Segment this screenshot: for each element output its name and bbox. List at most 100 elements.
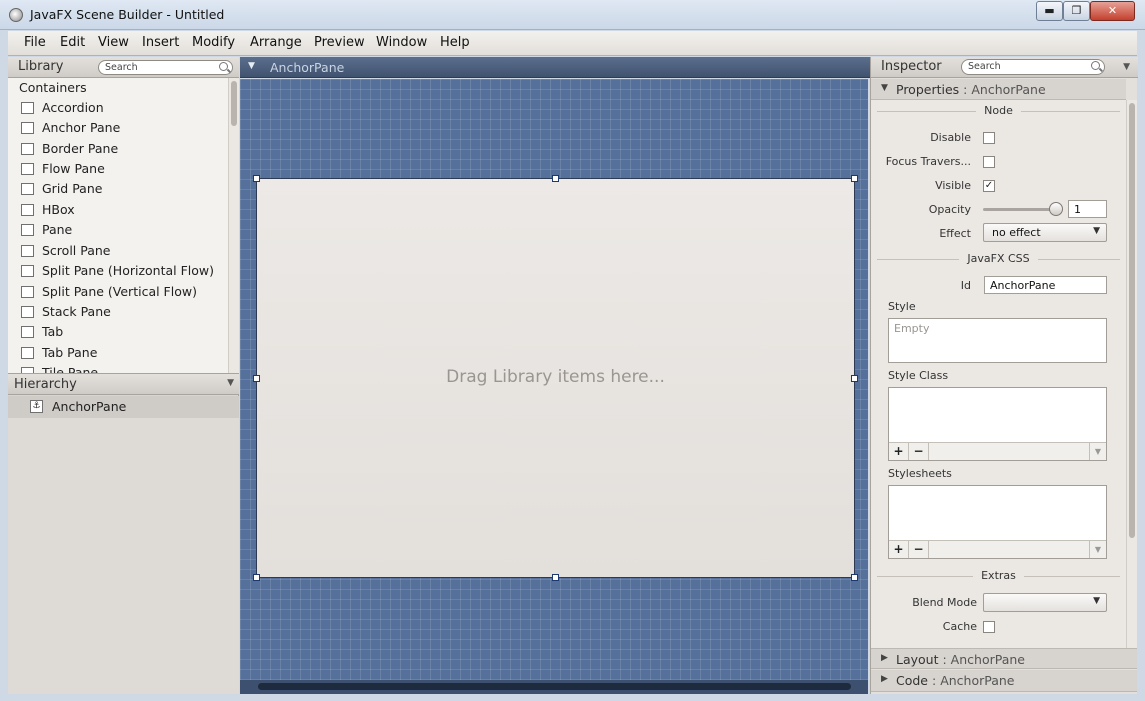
menu-file[interactable]: File xyxy=(24,35,46,50)
library-item[interactable]: Split Pane (Vertical Flow) xyxy=(19,282,227,302)
library-item[interactable]: Flow Pane xyxy=(19,159,227,179)
remove-stylesheet-button[interactable]: − xyxy=(909,541,929,558)
resize-handle-top-right[interactable] xyxy=(851,175,858,182)
library-item[interactable]: Tab xyxy=(19,322,227,342)
scroll-pane-icon xyxy=(21,245,34,257)
opacity-slider-knob[interactable] xyxy=(1049,202,1063,216)
library-list: Containers Accordion Anchor Pane Border … xyxy=(8,78,239,373)
menu-window[interactable]: Window xyxy=(376,35,427,50)
remove-style-class-button[interactable]: − xyxy=(909,443,929,460)
code-section-header[interactable]: ▶ Code : AnchorPane xyxy=(871,670,1137,692)
chevron-down-icon[interactable]: ▼ xyxy=(1089,541,1106,558)
effect-select[interactable]: no effect ▼ xyxy=(983,223,1107,242)
layout-section-header[interactable]: ▶ Layout : AnchorPane xyxy=(871,648,1137,669)
close-button[interactable]: ✕ xyxy=(1090,1,1135,21)
library-item-label: Stack Pane xyxy=(42,304,111,319)
stylesheets-label: Stylesheets xyxy=(888,467,952,480)
id-field[interactable]: AnchorPane xyxy=(984,276,1107,294)
style-textarea[interactable]: Empty xyxy=(888,318,1107,363)
library-item[interactable]: Grid Pane xyxy=(19,179,227,199)
library-item-label: Pane xyxy=(42,222,73,237)
extras-group-title: Extras xyxy=(871,569,1126,583)
split-pane-vertical-icon xyxy=(21,286,34,298)
resize-handle-right[interactable] xyxy=(851,375,858,382)
menu-modify[interactable]: Modify xyxy=(192,35,235,50)
blend-mode-label: Blend Mode xyxy=(912,596,977,609)
visible-label: Visible xyxy=(935,179,971,192)
library-item[interactable]: Split Pane (Horizontal Flow) xyxy=(19,261,227,281)
library-item-label: Tab Pane xyxy=(42,345,98,360)
resize-handle-bottom-left[interactable] xyxy=(253,574,260,581)
menu-preview[interactable]: Preview xyxy=(314,35,365,50)
library-scroll-thumb[interactable] xyxy=(231,81,237,126)
add-stylesheet-button[interactable]: + xyxy=(889,541,909,558)
resize-handle-top-left[interactable] xyxy=(253,175,260,182)
add-style-class-button[interactable]: + xyxy=(889,443,909,460)
resize-handle-top[interactable] xyxy=(552,175,559,182)
library-item[interactable]: Accordion xyxy=(19,98,227,118)
menu-arrange[interactable]: Arrange xyxy=(250,35,302,50)
css-group-title: JavaFX CSS xyxy=(871,252,1126,266)
chevron-down-icon[interactable]: ▼ xyxy=(227,378,234,388)
style-label: Style xyxy=(888,300,916,313)
anchor-pane-icon xyxy=(21,122,34,134)
resize-handle-bottom-right[interactable] xyxy=(851,574,858,581)
canvas-horizontal-scrollbar[interactable] xyxy=(240,680,868,694)
drop-hint: Drag Library items here... xyxy=(446,367,665,387)
resize-handle-left[interactable] xyxy=(253,375,260,382)
chevron-down-icon[interactable]: ▼ xyxy=(1089,443,1106,460)
library-item[interactable]: Stack Pane xyxy=(19,302,227,322)
canvas-scroll-thumb[interactable] xyxy=(258,683,851,690)
menu-insert[interactable]: Insert xyxy=(142,35,179,50)
maximize-button[interactable]: ❐ xyxy=(1063,1,1090,21)
library-scrollbar[interactable] xyxy=(228,78,239,373)
library-search-placeholder: Search xyxy=(105,62,138,73)
library-item[interactable]: Tile Pane xyxy=(19,363,227,373)
cache-checkbox[interactable] xyxy=(983,621,995,633)
stylesheets-list[interactable]: + − ▼ xyxy=(888,485,1107,559)
library-category-containers[interactable]: Containers xyxy=(19,80,87,95)
split-pane-horizontal-icon xyxy=(21,265,34,277)
opacity-field[interactable]: 1 xyxy=(1068,200,1107,218)
library-item[interactable]: HBox xyxy=(19,200,227,220)
disable-checkbox[interactable] xyxy=(983,132,995,144)
section-separator: : xyxy=(928,673,941,688)
inspector-pane: Inspector Search ▼ ▼ Properties : Anchor… xyxy=(870,57,1138,694)
inspector-title: Inspector xyxy=(881,59,942,74)
library-item[interactable]: Scroll Pane xyxy=(19,241,227,261)
chevron-down-icon[interactable]: ▼ xyxy=(1123,62,1130,72)
menu-view[interactable]: View xyxy=(98,35,129,50)
collapsed-triangle-icon: ▶ xyxy=(881,653,888,663)
library-item-label: Tab xyxy=(42,324,64,339)
properties-section-title: Properties : AnchorPane xyxy=(896,82,1046,97)
style-class-list[interactable]: + − ▼ xyxy=(888,387,1107,461)
resize-handle-bottom[interactable] xyxy=(552,574,559,581)
library-search-input[interactable]: Search xyxy=(98,60,233,75)
library-item[interactable]: Anchor Pane xyxy=(19,118,227,138)
library-item-label: Scroll Pane xyxy=(42,243,111,258)
visible-checkbox[interactable]: ✓ xyxy=(983,180,995,192)
blend-mode-select[interactable]: ▼ xyxy=(983,593,1107,612)
inspector-scrollbar[interactable] xyxy=(1126,100,1137,648)
library-header: Library Search xyxy=(8,57,239,78)
library-item[interactable]: Border Pane xyxy=(19,139,227,159)
library-item[interactable]: Tab Pane xyxy=(19,343,227,363)
focus-traversable-checkbox[interactable] xyxy=(983,156,995,168)
hierarchy-header[interactable]: Hierarchy ▼ xyxy=(8,373,239,395)
opacity-slider[interactable] xyxy=(983,208,1058,211)
library-item-label: Anchor Pane xyxy=(42,120,121,135)
breadcrumb[interactable]: AnchorPane xyxy=(270,60,344,75)
menu-edit[interactable]: Edit xyxy=(60,35,85,50)
inspector-search-input[interactable]: Search xyxy=(961,59,1105,75)
properties-section-header[interactable]: ▼ Properties : AnchorPane xyxy=(871,79,1126,100)
minimize-button[interactable]: ▬ xyxy=(1036,1,1063,21)
cache-label: Cache xyxy=(942,620,977,633)
inspector-scroll-thumb[interactable] xyxy=(1129,103,1135,538)
chevron-down-icon[interactable]: ▼ xyxy=(248,61,255,71)
anchor-pane-content[interactable]: Drag Library items here... xyxy=(256,178,855,578)
hierarchy-item[interactable]: ⚓ AnchorPane xyxy=(8,396,239,418)
menu-help[interactable]: Help xyxy=(440,35,470,50)
section-name: Layout xyxy=(896,652,939,667)
node-group-label: Node xyxy=(976,104,1021,117)
library-item[interactable]: Pane xyxy=(19,220,227,240)
